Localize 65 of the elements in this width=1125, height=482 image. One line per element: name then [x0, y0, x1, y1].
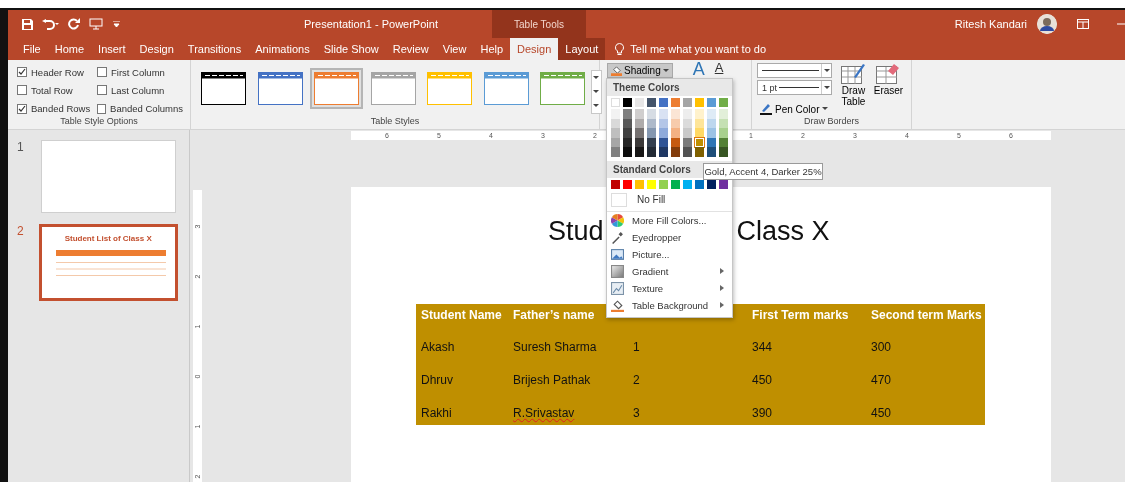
table-cell-text: 3	[632, 405, 641, 422]
ribbon-tab[interactable]: Design	[132, 38, 181, 60]
user-name[interactable]: Ritesh Kandari	[954, 18, 1027, 30]
menu-item[interactable]: Picture...	[607, 245, 732, 263]
quick-styles-button[interactable]: A	[692, 60, 705, 78]
menu-item[interactable]: No Fill	[637, 194, 666, 206]
style-option-checkbox[interactable]: Header Row	[17, 65, 97, 80]
group-label: Table Styles	[369, 116, 421, 128]
pen-color-button[interactable]: Pen Color	[757, 102, 835, 116]
style-option-checkbox[interactable]: Last Column	[97, 83, 183, 98]
table-cell-text: Dhruv	[420, 372, 454, 389]
column-header: Second term Marks	[870, 307, 982, 324]
contextual-tab-group: Table Tools	[492, 10, 586, 38]
menu-item[interactable]: Gradient	[607, 262, 732, 280]
ribbon-tab[interactable]: Insert	[91, 38, 133, 60]
column-header: First Term marks	[751, 307, 849, 324]
tell-me-field[interactable]: Tell me what you want to do	[630, 43, 767, 55]
slide-title: Class X	[736, 215, 830, 248]
menu-item[interactable]: Eyedropper	[607, 228, 732, 246]
menu-item[interactable]: Table Background	[607, 296, 732, 314]
pen-weight-dropdown[interactable]: 1 pt	[757, 80, 832, 95]
group-label: Draw Borders	[803, 116, 860, 128]
group-label: Table Style Options	[59, 116, 139, 128]
table-cell-text: 2	[632, 372, 641, 389]
draw-table-button[interactable]: Draw Table	[838, 63, 869, 116]
text-fill-button[interactable]: A	[714, 61, 724, 76]
menu-heading: Theme Colors	[607, 79, 732, 96]
table-cell-text: R.Srivastav	[512, 405, 576, 422]
window-title: Presentation1 - PowerPoint	[303, 18, 439, 30]
ribbon-tab[interactable]: Home	[47, 38, 92, 60]
table-cell-text: 300	[870, 339, 893, 356]
slide-thumbnail[interactable]: Student List of Class X	[38, 224, 178, 301]
column-header: Student Name	[420, 307, 502, 324]
shading-button[interactable]: Shading	[607, 63, 673, 78]
table-cell-text: 450	[870, 405, 893, 422]
ribbon-tab[interactable]: Help	[473, 38, 511, 60]
ribbon-tab[interactable]: Review	[385, 38, 436, 60]
style-option-checkbox[interactable]: Banded Rows	[17, 101, 97, 116]
table-cell-text: Brijesh Pathak	[512, 372, 592, 389]
style-option-checkbox[interactable]: Total Row	[17, 83, 97, 98]
table-cell-text: 1	[632, 339, 641, 356]
slide-number: 1	[17, 140, 24, 154]
ribbon-tab[interactable]: Design	[510, 38, 559, 60]
slide-title: Stud	[548, 215, 604, 248]
ribbon-tab[interactable]: Layout	[558, 38, 606, 60]
slide-number: 2	[17, 224, 24, 238]
table-cell-text: 450	[751, 372, 774, 389]
eraser-button[interactable]: Eraser	[872, 63, 905, 116]
style-option-checkbox[interactable]: Banded Columns	[97, 101, 183, 116]
table-cell-text: 390	[751, 405, 774, 422]
tooltip: Gold, Accent 4, Darker 25%	[703, 163, 823, 180]
table-cell-text: Rakhi	[420, 405, 453, 422]
menu-item[interactable]: More Fill Colors...	[607, 211, 732, 229]
table-cell-text: 344	[751, 339, 774, 356]
style-option-checkbox[interactable]: First Column	[97, 65, 183, 80]
table-cell-text: Suresh Sharma	[512, 339, 598, 356]
table-cell-text: 470	[870, 372, 893, 389]
ribbon-tab[interactable]: File	[16, 38, 48, 60]
ribbon-tab[interactable]: Animations	[248, 38, 317, 60]
ribbon-tab[interactable]: Slide Show	[316, 38, 386, 60]
menu-item[interactable]: Texture	[607, 279, 732, 297]
table-cell-text: Akash	[420, 339, 456, 356]
ribbon-tab[interactable]: Transitions	[180, 38, 249, 60]
column-header: Father’s name	[512, 307, 595, 324]
ribbon-tab[interactable]: View	[435, 38, 474, 60]
